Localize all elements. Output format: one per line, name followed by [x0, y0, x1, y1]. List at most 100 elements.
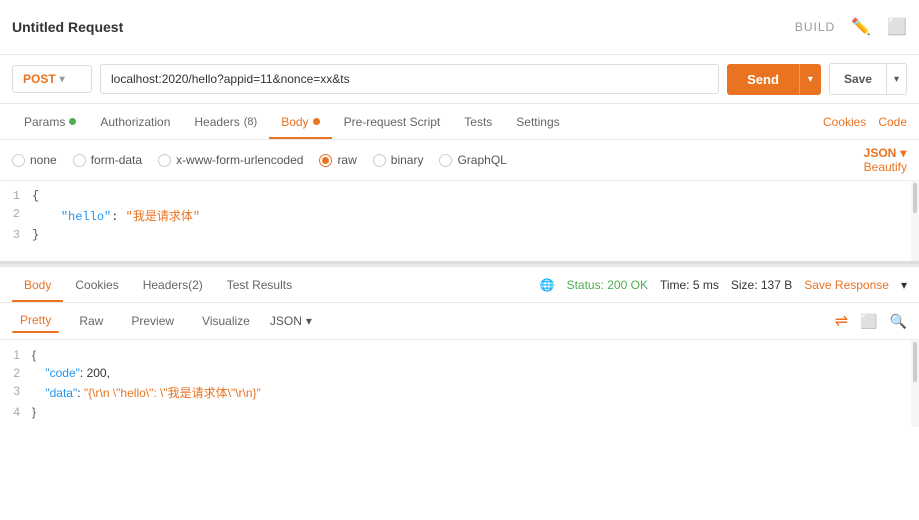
tab-params[interactable]: Params: [12, 104, 88, 139]
format-none[interactable]: none: [12, 153, 57, 167]
response-format-bar: Pretty Raw Preview Visualize JSON ▾ ⇌ ⬜ …: [0, 303, 919, 340]
tab-tests[interactable]: Tests: [452, 104, 504, 139]
format-form-data-label: form-data: [91, 153, 142, 167]
line2-val: "我是请求体": [126, 210, 200, 224]
format-graphql-label: GraphQL: [457, 153, 506, 167]
scrollbar-thumb: [913, 183, 917, 213]
format-bar-right: JSON ▾ Beautify: [864, 146, 907, 174]
edit-icon[interactable]: ✏️: [851, 17, 871, 37]
tab-headers[interactable]: Headers (8): [182, 104, 269, 139]
format-none-label: none: [30, 153, 57, 167]
line-num-2: 2: [0, 207, 32, 221]
res-json-arrow-icon: ▾: [306, 314, 312, 328]
format-graphql[interactable]: GraphQL: [439, 153, 506, 167]
json-arrow-icon: ▾: [900, 146, 906, 160]
title-bar-right: BUILD ✏️ ⬜: [795, 17, 907, 37]
headers-badge: (8): [244, 116, 257, 128]
format-x-www[interactable]: x-www-form-urlencoded: [158, 153, 303, 167]
res-line-3: 3 "data": "{\r\n \"hello\": \"我是请求体\"\r\…: [0, 382, 919, 403]
res-line-content-1: {: [32, 348, 36, 362]
res-json-label: JSON: [270, 314, 302, 328]
line2-colon: :: [111, 210, 125, 224]
url-input[interactable]: [100, 64, 719, 94]
res-tab-cookies[interactable]: Cookies: [63, 267, 130, 302]
res-format-right: ⇌ ⬜ 🔍: [835, 311, 907, 331]
send-button[interactable]: Send: [727, 64, 799, 95]
save-response-arrow-icon[interactable]: ▾: [901, 278, 907, 292]
res-scrollbar-thumb: [913, 342, 917, 382]
method-select[interactable]: POST ▾: [12, 65, 92, 93]
format-x-www-label: x-www-form-urlencoded: [176, 153, 303, 167]
title-bar-left: Untitled Request: [12, 19, 123, 35]
res-format-visualize[interactable]: Visualize: [194, 310, 258, 332]
response-status: Status: 200 OK: [567, 278, 648, 292]
format-binary[interactable]: binary: [373, 153, 424, 167]
save-button[interactable]: Save: [829, 63, 887, 95]
res-line-num-2: 2: [0, 366, 32, 380]
code-link[interactable]: Code: [878, 115, 907, 129]
editor-line-2: 2 "hello": "我是请求体": [0, 205, 919, 226]
res-format-raw[interactable]: Raw: [71, 310, 111, 332]
res-format-pretty[interactable]: Pretty: [12, 309, 59, 333]
res-line2-val: 200,: [87, 366, 110, 380]
response-time: Time: 5 ms: [660, 278, 719, 292]
cookies-link[interactable]: Cookies: [823, 115, 866, 129]
copy-icon[interactable]: ⬜: [860, 313, 877, 330]
res-format-preview[interactable]: Preview: [123, 310, 182, 332]
res-line-1: 1 {: [0, 346, 919, 364]
line-num-3: 3: [0, 228, 32, 242]
format-form-data[interactable]: form-data: [73, 153, 142, 167]
res-line-num-3: 3: [0, 384, 32, 398]
request-editor: 1 { 2 "hello": "我是请求体" 3 }: [0, 181, 919, 264]
json-label: JSON: [864, 146, 897, 160]
res-line-content-4: }: [32, 405, 36, 419]
res-line3-colon: :: [77, 386, 84, 400]
radio-none: [12, 154, 25, 167]
format-bar: none form-data x-www-form-urlencoded raw…: [0, 140, 919, 181]
editor-scrollbar: [911, 181, 919, 261]
res-line-num-4: 4: [0, 405, 32, 419]
res-scrollbar: [911, 340, 919, 427]
tab-pre-request[interactable]: Pre-request Script: [332, 104, 453, 139]
req-tabs-right: Cookies Code: [823, 115, 907, 129]
request-tabs: Params Authorization Headers (8) Body Pr…: [0, 104, 919, 140]
title-bar: Untitled Request BUILD ✏️ ⬜: [0, 0, 919, 55]
format-raw-label: raw: [337, 153, 356, 167]
line-content-1: {: [32, 189, 39, 203]
line-content-3: }: [32, 228, 39, 242]
tab-settings[interactable]: Settings: [504, 104, 571, 139]
body-dot: [313, 118, 320, 125]
save-response-button[interactable]: Save Response: [804, 278, 889, 292]
line2-key: "hello": [61, 210, 111, 224]
send-dropdown-button[interactable]: ▾: [799, 64, 821, 95]
res-tab-body[interactable]: Body: [12, 267, 63, 302]
beautify-button[interactable]: Beautify: [864, 160, 907, 174]
json-select[interactable]: JSON ▾: [864, 146, 907, 160]
editor-line-3: 3 }: [0, 226, 919, 244]
radio-graphql: [439, 154, 452, 167]
editor-line-1: 1 {: [0, 187, 919, 205]
sort-icon[interactable]: ⇌: [835, 311, 848, 331]
tab-authorization[interactable]: Authorization: [88, 104, 182, 139]
radio-form-data: [73, 154, 86, 167]
url-bar: POST ▾ Send ▾ Save ▾: [0, 55, 919, 104]
res-line-4: 4 }: [0, 403, 919, 421]
res-editor-scroll[interactable]: 1 { 2 "code": 200, 3 "data": "{\r\n \"he…: [0, 340, 919, 427]
res-json-select[interactable]: JSON ▾: [270, 314, 312, 328]
format-raw[interactable]: raw: [319, 153, 356, 167]
save-dropdown-button[interactable]: ▾: [887, 63, 907, 95]
radio-raw: [319, 154, 332, 167]
res-line-content-2: "code": 200,: [32, 366, 110, 380]
res-line2-colon: :: [80, 366, 87, 380]
response-size: Size: 137 B: [731, 278, 792, 292]
share-icon[interactable]: ⬜: [887, 17, 907, 37]
search-icon[interactable]: 🔍: [890, 313, 907, 330]
tab-body[interactable]: Body: [269, 104, 331, 139]
line-content-2: "hello": "我是请求体": [32, 207, 200, 224]
format-binary-label: binary: [391, 153, 424, 167]
editor-scroll[interactable]: 1 { 2 "hello": "我是请求体" 3 }: [0, 181, 919, 261]
res-tab-headers[interactable]: Headers (2): [131, 267, 215, 302]
method-label: POST: [23, 72, 56, 86]
res-tab-test-results[interactable]: Test Results: [215, 267, 304, 302]
save-btn-group: Save ▾: [829, 63, 907, 95]
